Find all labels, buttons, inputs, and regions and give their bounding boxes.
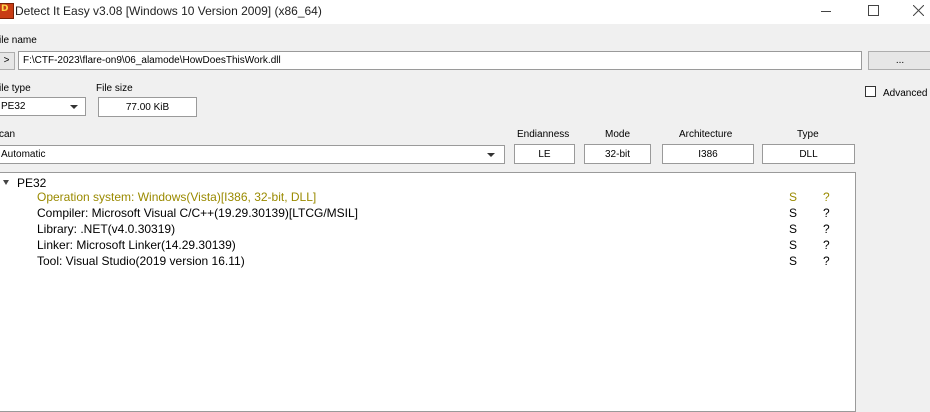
type-label: Type — [797, 129, 819, 140]
result-info-flag[interactable]: ? — [823, 190, 830, 204]
type-field: DLL — [762, 144, 855, 164]
window-title: Detect It Easy v3.08 [Windows 10 Version… — [15, 4, 322, 18]
result-info-flag[interactable]: ? — [823, 238, 830, 252]
file-type-value: PE32 — [1, 101, 26, 112]
result-row[interactable]: Compiler: Microsoft Visual C/C++(19.29.3… — [0, 206, 855, 222]
result-info-flag[interactable]: ? — [823, 254, 830, 268]
result-text: Library: .NET(v4.0.30319) — [37, 222, 176, 236]
close-icon — [913, 5, 924, 16]
file-type-select[interactable]: PE32 — [0, 97, 86, 116]
scan-label: can — [0, 129, 16, 140]
minimize-button[interactable] — [803, 0, 849, 24]
die-app-icon[interactable]: D — [0, 3, 14, 19]
advanced-checkbox[interactable] — [865, 86, 876, 97]
result-row[interactable]: Library: .NET(v4.0.30319) S ? — [0, 222, 855, 238]
chevron-down-icon — [487, 153, 495, 157]
close-button[interactable] — [895, 0, 930, 24]
advanced-label: Advanced — [883, 88, 928, 99]
result-row[interactable]: Operation system: Windows(Vista)[I386, 3… — [0, 190, 855, 206]
mode-field: 32-bit — [584, 144, 651, 164]
result-info-flag[interactable]: ? — [823, 206, 830, 220]
results-tree[interactable]: PE32 Operation system: Windows(Vista)[I3… — [0, 172, 856, 412]
result-text: Tool: Visual Studio(2019 version 16.11) — [37, 254, 245, 268]
tree-root-pe32[interactable]: PE32 — [3, 176, 46, 190]
result-signature-flag[interactable]: S — [789, 238, 797, 252]
scan-mode-value: Automatic — [1, 149, 46, 160]
scan-mode-select[interactable]: Automatic — [0, 145, 505, 164]
expand-arrow-icon[interactable] — [3, 180, 9, 186]
result-signature-flag[interactable]: S — [789, 222, 797, 236]
result-text: Compiler: Microsoft Visual C/C++(19.29.3… — [37, 206, 359, 220]
title-bar: D Detect It Easy v3.08 [Windows 10 Versi… — [0, 0, 930, 24]
file-nav-button[interactable]: > — [0, 52, 15, 70]
file-size-label: File size — [96, 83, 133, 94]
mode-label: Mode — [605, 129, 631, 140]
result-info-flag[interactable]: ? — [823, 222, 830, 236]
architecture-label: Architecture — [679, 129, 733, 140]
browse-button[interactable]: ... — [868, 51, 930, 70]
maximize-button[interactable] — [849, 0, 895, 24]
chevron-down-icon — [70, 105, 78, 109]
endianness-label: Endianness — [517, 129, 570, 140]
result-row[interactable]: Tool: Visual Studio(2019 version 16.11) … — [0, 254, 855, 270]
architecture-field: I386 — [662, 144, 754, 164]
endianness-field: LE — [514, 144, 575, 164]
result-text: Operation system: Windows(Vista)[I386, 3… — [37, 190, 317, 204]
file-type-label: ile type — [0, 83, 31, 94]
result-text: Linker: Microsoft Linker(14.29.30139) — [37, 238, 236, 252]
result-signature-flag[interactable]: S — [789, 254, 797, 268]
file-size-field: 77.00 KiB — [98, 97, 197, 117]
result-row[interactable]: Linker: Microsoft Linker(14.29.30139) S … — [0, 238, 855, 254]
tree-root-label: PE32 — [17, 176, 47, 190]
file-name-label: ile name — [0, 35, 37, 46]
result-signature-flag[interactable]: S — [789, 190, 797, 204]
file-path-input[interactable]: F:\CTF-2023\flare-on9\06_alamode\HowDoes… — [18, 51, 862, 70]
result-signature-flag[interactable]: S — [789, 206, 797, 220]
